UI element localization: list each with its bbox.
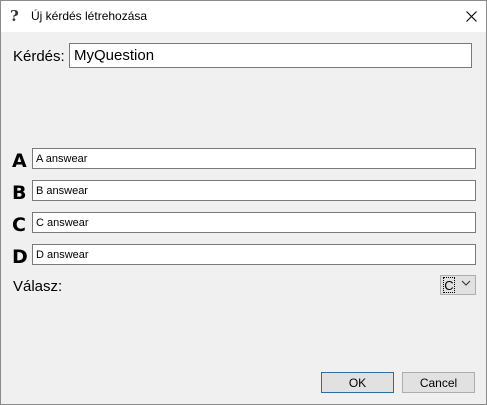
question-input[interactable] [69,43,472,68]
ok-button[interactable]: OK [321,372,394,393]
answer-input-b[interactable] [32,180,476,201]
title-bar: ? Új kérdés létrehozása [1,1,486,32]
chevron-down-icon [461,280,471,286]
answer-input-a[interactable] [32,148,476,169]
answer-select-label: Válasz: [13,278,63,295]
dialog-window: ? Új kérdés létrehozása Kérdés: A B C D … [0,0,487,405]
close-button[interactable] [458,4,484,28]
cancel-button[interactable]: Cancel [402,372,475,393]
answer-letter-b: B [12,182,27,204]
question-label: Kérdés: [13,48,65,65]
answer-select-value: C [443,277,455,293]
answer-letter-a: A [12,150,27,172]
close-icon [465,10,477,22]
question-mark-icon: ? [10,7,19,25]
window-title: Új kérdés létrehozása [31,9,148,23]
answer-input-d[interactable] [32,244,476,265]
answer-input-c[interactable] [32,212,476,233]
answer-letter-c: C [12,214,26,236]
answer-select[interactable]: C [440,275,476,295]
answer-letter-d: D [12,246,28,268]
